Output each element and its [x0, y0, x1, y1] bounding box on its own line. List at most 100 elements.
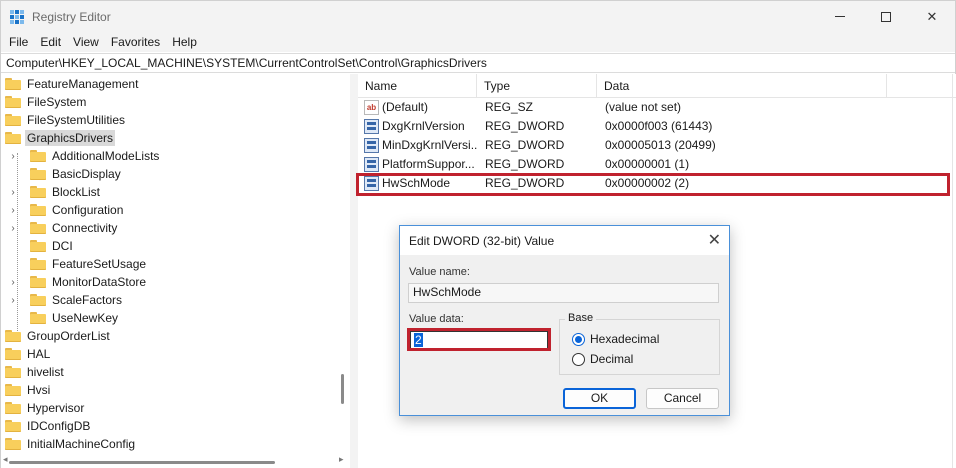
maximize-button[interactable]: [863, 1, 909, 32]
base-label: Base: [565, 312, 597, 324]
close-button[interactable]: ✕: [909, 1, 955, 32]
tree-item-label: FileSystem: [27, 95, 87, 109]
value-name-cell: PlatformSuppor...: [382, 157, 475, 171]
menu-help[interactable]: Help: [166, 35, 203, 49]
string-value-icon: ab: [364, 100, 379, 115]
radio-decimal[interactable]: Decimal: [572, 352, 633, 366]
tree-item[interactable]: › AdditionalModeLists: [8, 147, 161, 165]
tree-item[interactable]: › MonitorDataStore: [8, 273, 148, 291]
tree-item[interactable]: FeatureSetUsage: [8, 255, 148, 273]
tree-item-label: FeatureManagement: [27, 77, 139, 91]
minimize-button[interactable]: [817, 1, 863, 32]
window-title: Registry Editor: [32, 10, 111, 24]
value-type-cell: REG_DWORD: [485, 157, 565, 171]
expand-chevron-icon[interactable]: ›: [8, 205, 18, 216]
folder-icon: [30, 168, 46, 180]
tree-item[interactable]: › Connectivity: [8, 219, 119, 237]
dialog-title: Edit DWORD (32-bit) Value: [409, 234, 555, 248]
tree-item-label: FeatureSetUsage: [52, 257, 147, 271]
scroll-left-icon[interactable]: ◂: [3, 454, 8, 465]
value-data-cell: 0x00005013 (20499): [605, 138, 716, 152]
folder-icon: [5, 402, 21, 414]
hwschmode-highlight-box: [356, 173, 950, 196]
tree-vertical-scrollbar[interactable]: [341, 374, 344, 404]
tree-item[interactable]: hivelist: [5, 363, 66, 381]
address-bar[interactable]: Computer\HKEY_LOCAL_MACHINE\SYSTEM\Curre…: [1, 53, 955, 73]
folder-icon: [5, 366, 21, 378]
radio-checked-icon: [572, 332, 585, 346]
column-header-data[interactable]: Data: [597, 74, 887, 98]
radio-unchecked-icon: [572, 352, 585, 366]
column-header-name[interactable]: Name: [358, 74, 477, 98]
tree-item[interactable]: › Configuration: [8, 201, 125, 219]
menu-favorites[interactable]: Favorites: [105, 35, 166, 49]
tree-item[interactable]: IDConfigDB: [5, 417, 92, 435]
tree-item[interactable]: BasicDisplay: [8, 165, 123, 183]
list-right-border: [952, 74, 953, 468]
radio-hexadecimal[interactable]: Hexadecimal: [572, 332, 659, 346]
tree-item-label: FileSystemUtilities: [27, 113, 126, 127]
tree-item[interactable]: FileSystem: [5, 93, 88, 111]
value-row[interactable]: ab (Default) REG_SZ (value not set): [358, 98, 956, 117]
binary-value-icon: [364, 138, 379, 153]
radio-hexadecimal-label: Hexadecimal: [590, 332, 660, 346]
value-row[interactable]: DxgKrnlVersion REG_DWORD 0x0000f003 (61443…: [358, 117, 956, 136]
expand-chevron-icon[interactable]: ›: [8, 223, 18, 234]
value-data-label: Value data:: [409, 313, 464, 325]
tree-item-label: HAL: [27, 347, 51, 361]
list-header: Name Type Data: [358, 74, 956, 98]
tree-item-label: BasicDisplay: [52, 167, 121, 181]
menu-file[interactable]: File: [3, 35, 34, 49]
folder-icon: [30, 240, 46, 252]
minimize-icon: [835, 16, 845, 17]
column-header-type[interactable]: Type: [477, 74, 597, 98]
horizontal-scroll-thumb[interactable]: [9, 461, 275, 464]
value-row[interactable]: PlatformSuppor... REG_DWORD 0x00000001 (1): [358, 155, 956, 174]
scroll-right-icon[interactable]: ▸: [339, 454, 344, 465]
menu-edit[interactable]: Edit: [34, 35, 67, 49]
tree-item-label: ScaleFactors: [52, 293, 123, 307]
tree-item[interactable]: GroupOrderList: [5, 327, 112, 345]
dialog-close-icon[interactable]: ✕: [708, 230, 721, 250]
tree-item-label: InitialMachineConfig: [27, 437, 136, 451]
folder-icon: [5, 96, 21, 108]
tree-item[interactable]: Hypervisor: [5, 399, 86, 417]
value-data-cell: 0x00000001 (1): [605, 157, 690, 171]
tree-item-label: hivelist: [27, 365, 64, 379]
tree-item[interactable]: Hvsi: [5, 381, 52, 399]
tree-item[interactable]: UseNewKey: [8, 309, 120, 327]
value-data-cell: (value not set): [605, 100, 682, 114]
close-icon: ✕: [926, 8, 938, 24]
title-bar: Registry Editor ✕: [1, 1, 955, 32]
expand-chevron-icon[interactable]: ›: [8, 187, 18, 198]
tree-item[interactable]: FeatureManagement: [5, 75, 140, 93]
value-name-cell: MinDxgKrnlVersi...: [382, 138, 478, 152]
tree-item[interactable]: GraphicsDrivers: [5, 129, 116, 147]
ok-button[interactable]: OK: [563, 388, 636, 409]
folder-icon: [30, 294, 46, 306]
tree-item[interactable]: DCI: [8, 237, 75, 255]
tree-item-label: Configuration: [52, 203, 124, 217]
tree-item[interactable]: FileSystemUtilities: [5, 111, 127, 129]
expand-chevron-icon[interactable]: ›: [8, 295, 18, 306]
menu-view[interactable]: View: [67, 35, 105, 49]
pane-splitter[interactable]: [350, 74, 358, 468]
folder-icon: [30, 222, 46, 234]
tree-item-label: BlockList: [52, 185, 101, 199]
tree-item-label: DCI: [52, 239, 73, 253]
cancel-button[interactable]: Cancel: [646, 388, 719, 409]
tree-item[interactable]: InitialMachineConfig: [5, 435, 137, 451]
binary-value-icon: [364, 119, 379, 134]
folder-icon: [30, 276, 46, 288]
registry-editor-icon: [10, 10, 24, 24]
tree-item[interactable]: › BlockList: [8, 183, 102, 201]
folder-icon: [5, 114, 21, 126]
expand-chevron-icon[interactable]: ›: [8, 151, 18, 162]
value-row[interactable]: MinDxgKrnlVersi... REG_DWORD 0x00005013 (2…: [358, 136, 956, 155]
tree-item[interactable]: HAL: [5, 345, 52, 363]
expand-chevron-icon[interactable]: ›: [8, 277, 18, 288]
tree-item[interactable]: › ScaleFactors: [8, 291, 124, 309]
tree-item-label: IDConfigDB: [27, 419, 91, 433]
value-type-cell: REG_SZ: [485, 100, 534, 114]
tree-horizontal-scrollbar[interactable]: ◂ ▸: [1, 451, 350, 468]
